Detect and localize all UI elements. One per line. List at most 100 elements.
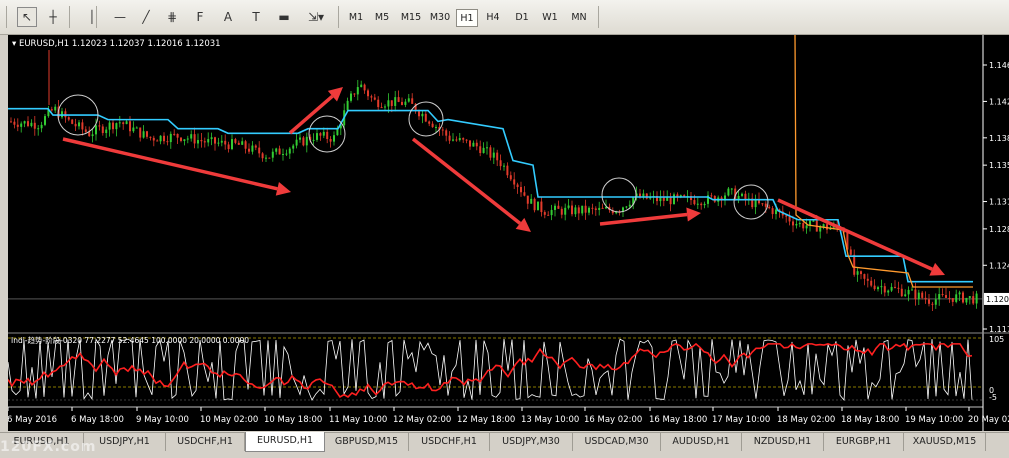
highlight-circle [601,177,637,213]
timeframe-m5-button[interactable]: M5 [370,9,394,27]
time-label: 20 May 02:00 [968,415,1009,425]
candle-body [489,147,492,158]
candle-body [492,152,495,158]
timeframe-w1-button[interactable]: W1 [538,9,562,27]
candle-body [190,134,193,139]
candle-body [761,203,764,205]
vertical-line-tool-button[interactable]: │ [82,7,102,27]
candle-body [645,193,648,199]
time-label: 16 May 18:00 [649,415,707,425]
candle-body [564,207,567,215]
crosshair-tool-button[interactable]: ┼ [43,7,63,27]
candle-body [424,113,427,122]
candle-body [669,197,672,205]
candle-body [819,226,822,232]
cursor-tool-icon: ↖ [21,10,33,24]
chart-tab[interactable]: EURGBP,H1 [824,433,904,451]
candle-body [142,131,145,138]
chart-window[interactable]: 1.1460 1.1420 1.1380 1.1350 1.1310 1.1280 1.12… [8,35,1009,431]
timeframe-h1-button[interactable]: H1 [456,9,478,27]
candle-body [771,208,774,215]
horizontal-line-tool-button[interactable]: — [110,7,130,27]
rectangle-tool-button[interactable]: ▬ [274,7,294,27]
fibonacci-tool-button[interactable]: F [190,7,210,27]
trend-arrow [288,87,343,135]
candle-body [91,134,94,137]
candle-body [407,98,410,102]
candle-body [469,140,471,147]
candle-body [890,286,893,291]
candle-body [224,140,227,145]
candle-body [173,133,176,135]
text-tool-button[interactable]: A [218,7,238,27]
candle-body [581,205,584,214]
candle-body [10,121,12,123]
timeframe-m1-button[interactable]: M1 [345,9,367,27]
candle-body [30,122,33,127]
time-label: 13 May 10:00 [521,415,579,425]
candle-body [877,287,879,290]
candle-body [122,122,125,125]
timeframe-m15-button[interactable]: M15 [398,9,424,27]
trend-arrow [411,137,531,232]
candle-body [37,128,40,130]
candle-body [435,126,437,128]
toolbar: ↖ ┼ │ — ╱ ⋕ F A T ▬ ⇲▾ M1 M5 M15 M30 H1 H4 D1 W1 MN [0,0,1009,35]
candle-body [826,224,828,230]
chart-tab[interactable]: EURUSD,H1 [245,432,325,452]
candle-body [302,137,305,146]
time-label: 18 May 18:00 [841,415,899,425]
chart-tab[interactable]: AUDUSD,H1 [661,433,742,451]
candle-body [418,111,420,117]
chart-tab[interactable]: USDCHF,H1 [409,433,490,451]
candle-body [775,209,777,215]
candle-body [975,293,978,304]
chart-tab[interactable]: USDCAD,M30 [573,433,661,451]
current-price-label: 1.1203 [986,295,1009,304]
candle-body [231,139,233,150]
timeframe-h4-button[interactable]: H4 [482,9,504,27]
candle-body [268,157,271,159]
candle-body [571,205,573,215]
candle-body [860,271,862,275]
trendline-tool-button[interactable]: ╱ [136,7,156,27]
timeframe-m30-button[interactable]: M30 [428,9,452,27]
price-chart[interactable]: 1.1460 1.1420 1.1380 1.1350 1.1310 1.1280 1.12… [8,35,1009,431]
price-label: 1.1240 [989,261,1009,270]
candle-body [78,122,80,127]
candle-body [873,285,876,290]
candle-body [27,121,29,127]
candle-body [499,160,502,167]
cursor-tool-button[interactable]: ↖ [17,7,37,27]
arrows-tool-button[interactable]: ⇲▾ [306,7,326,27]
chart-tab[interactable]: XAUUSD,M15 [904,433,986,451]
rectangle-tool-icon: ▬ [278,10,290,24]
candle-body [23,121,26,124]
candle-body [554,205,556,210]
candle-body [948,297,951,299]
candle-body [278,148,281,155]
text-label-tool-button[interactable]: T [246,7,266,27]
candle-body [346,100,349,111]
candle-body [132,127,135,132]
candle-body [598,207,601,210]
candle-body [176,133,179,138]
chart-tab[interactable]: USDCHF,H1 [166,433,245,451]
chart-tab[interactable]: GBPUSD,M15 [325,433,409,451]
candle-body [458,138,461,141]
timeframe-d1-button[interactable]: D1 [510,9,534,27]
candle-body [509,175,512,180]
candle-body [880,286,883,288]
price-label: 1.1460 [989,61,1009,70]
candle-body [934,299,937,305]
chart-tab[interactable]: USDJPY,M30 [490,433,573,451]
candle-body [105,129,108,134]
candle-body [894,286,896,288]
candle-body [584,205,587,213]
candle-body [159,135,162,142]
timeframe-mn-button[interactable]: MN [566,9,592,27]
chart-tab[interactable]: NZDUSD,H1 [742,433,824,451]
channel-tool-button[interactable]: ⋕ [162,7,182,27]
candle-body [666,197,669,201]
text-label-tool-icon: T [252,10,260,24]
